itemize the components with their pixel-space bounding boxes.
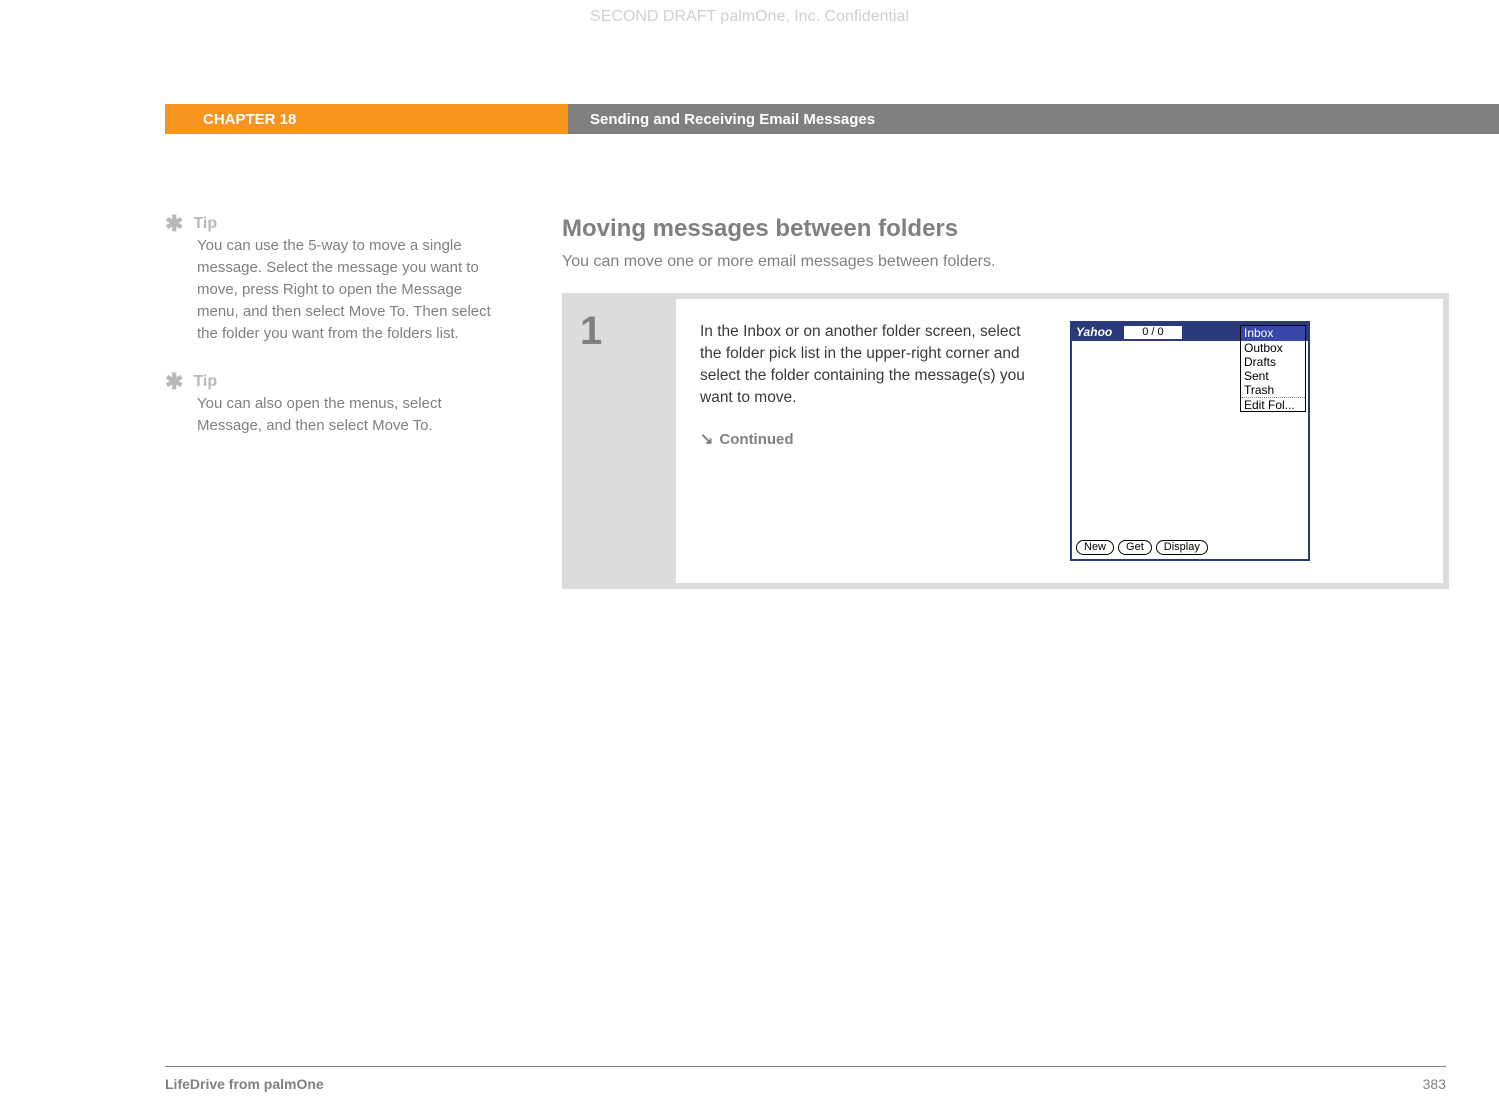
- continued-label: Continued: [719, 431, 793, 448]
- header-spacer: [0, 104, 165, 134]
- page-number: 383: [1423, 1076, 1446, 1092]
- chapter-label: CHAPTER 18: [165, 104, 568, 134]
- step-text: In the Inbox or on another folder screen…: [700, 321, 1030, 409]
- dropdown-item-edit[interactable]: Edit Fol...: [1241, 397, 1305, 411]
- step-number-col: 1: [568, 299, 676, 583]
- dropdown-item-trash[interactable]: Trash: [1241, 383, 1305, 397]
- dropdown-item-outbox[interactable]: Outbox: [1241, 341, 1305, 355]
- asterisk-icon: ✱: [165, 215, 183, 233]
- down-right-arrow-icon: ↘: [700, 429, 713, 449]
- tip-body: You can use the 5-way to move a single m…: [197, 235, 502, 345]
- footer-rule: [165, 1066, 1446, 1067]
- screen-button-row: New Get Display: [1076, 540, 1208, 555]
- footer: LifeDrive from palmOne 383: [165, 1076, 1446, 1092]
- step-box: 1 In the Inbox or on another folder scre…: [562, 293, 1449, 589]
- step-number: 1: [580, 309, 676, 354]
- display-button[interactable]: Display: [1156, 540, 1208, 555]
- main-column: Moving messages between folders You can …: [562, 215, 1499, 589]
- footer-product: LifeDrive from palmOne: [165, 1076, 324, 1092]
- section-title: Moving messages between folders: [562, 215, 1449, 243]
- screen-counter: 0 / 0: [1124, 326, 1181, 339]
- folder-picklist[interactable]: Inbox Outbox Drafts Sent Trash Edit Fol.…: [1240, 325, 1306, 412]
- watermark-text: SECOND DRAFT palmOne, Inc. Confidential: [0, 8, 1499, 26]
- tip-block-1: ✱ Tip You can use the 5-way to move a si…: [165, 215, 502, 345]
- step-inner: 1 In the Inbox or on another folder scre…: [568, 299, 1443, 583]
- tip-header: ✱ Tip: [165, 373, 502, 391]
- continued-indicator: ↘ Continued: [700, 429, 1030, 449]
- dropdown-item-sent[interactable]: Sent: [1241, 369, 1305, 383]
- chapter-title: Sending and Receiving Email Messages: [568, 104, 1499, 134]
- step-content: In the Inbox or on another folder screen…: [676, 299, 1443, 583]
- get-button[interactable]: Get: [1118, 540, 1152, 555]
- dropdown-selected[interactable]: Inbox: [1241, 326, 1305, 341]
- section-intro: You can move one or more email messages …: [562, 253, 1449, 271]
- content-area: ✱ Tip You can use the 5-way to move a si…: [0, 215, 1499, 589]
- dropdown-item-drafts[interactable]: Drafts: [1241, 355, 1305, 369]
- tip-label: Tip: [193, 215, 217, 233]
- screen-brand: Yahoo: [1074, 325, 1112, 339]
- tip-label: Tip: [193, 373, 217, 391]
- tip-body: You can also open the menus, select Mess…: [197, 393, 502, 437]
- tip-block-2: ✱ Tip You can also open the menus, selec…: [165, 373, 502, 437]
- header-bar: CHAPTER 18 Sending and Receiving Email M…: [0, 104, 1499, 134]
- tips-sidebar: ✱ Tip You can use the 5-way to move a si…: [0, 215, 562, 589]
- new-button[interactable]: New: [1076, 540, 1114, 555]
- device-screenshot: Yahoo 0 / 0 Inbox Outbox Drafts Sent Tra…: [1070, 321, 1310, 561]
- step-text-col: In the Inbox or on another folder screen…: [700, 321, 1030, 561]
- asterisk-icon: ✱: [165, 373, 183, 391]
- tip-header: ✱ Tip: [165, 215, 502, 233]
